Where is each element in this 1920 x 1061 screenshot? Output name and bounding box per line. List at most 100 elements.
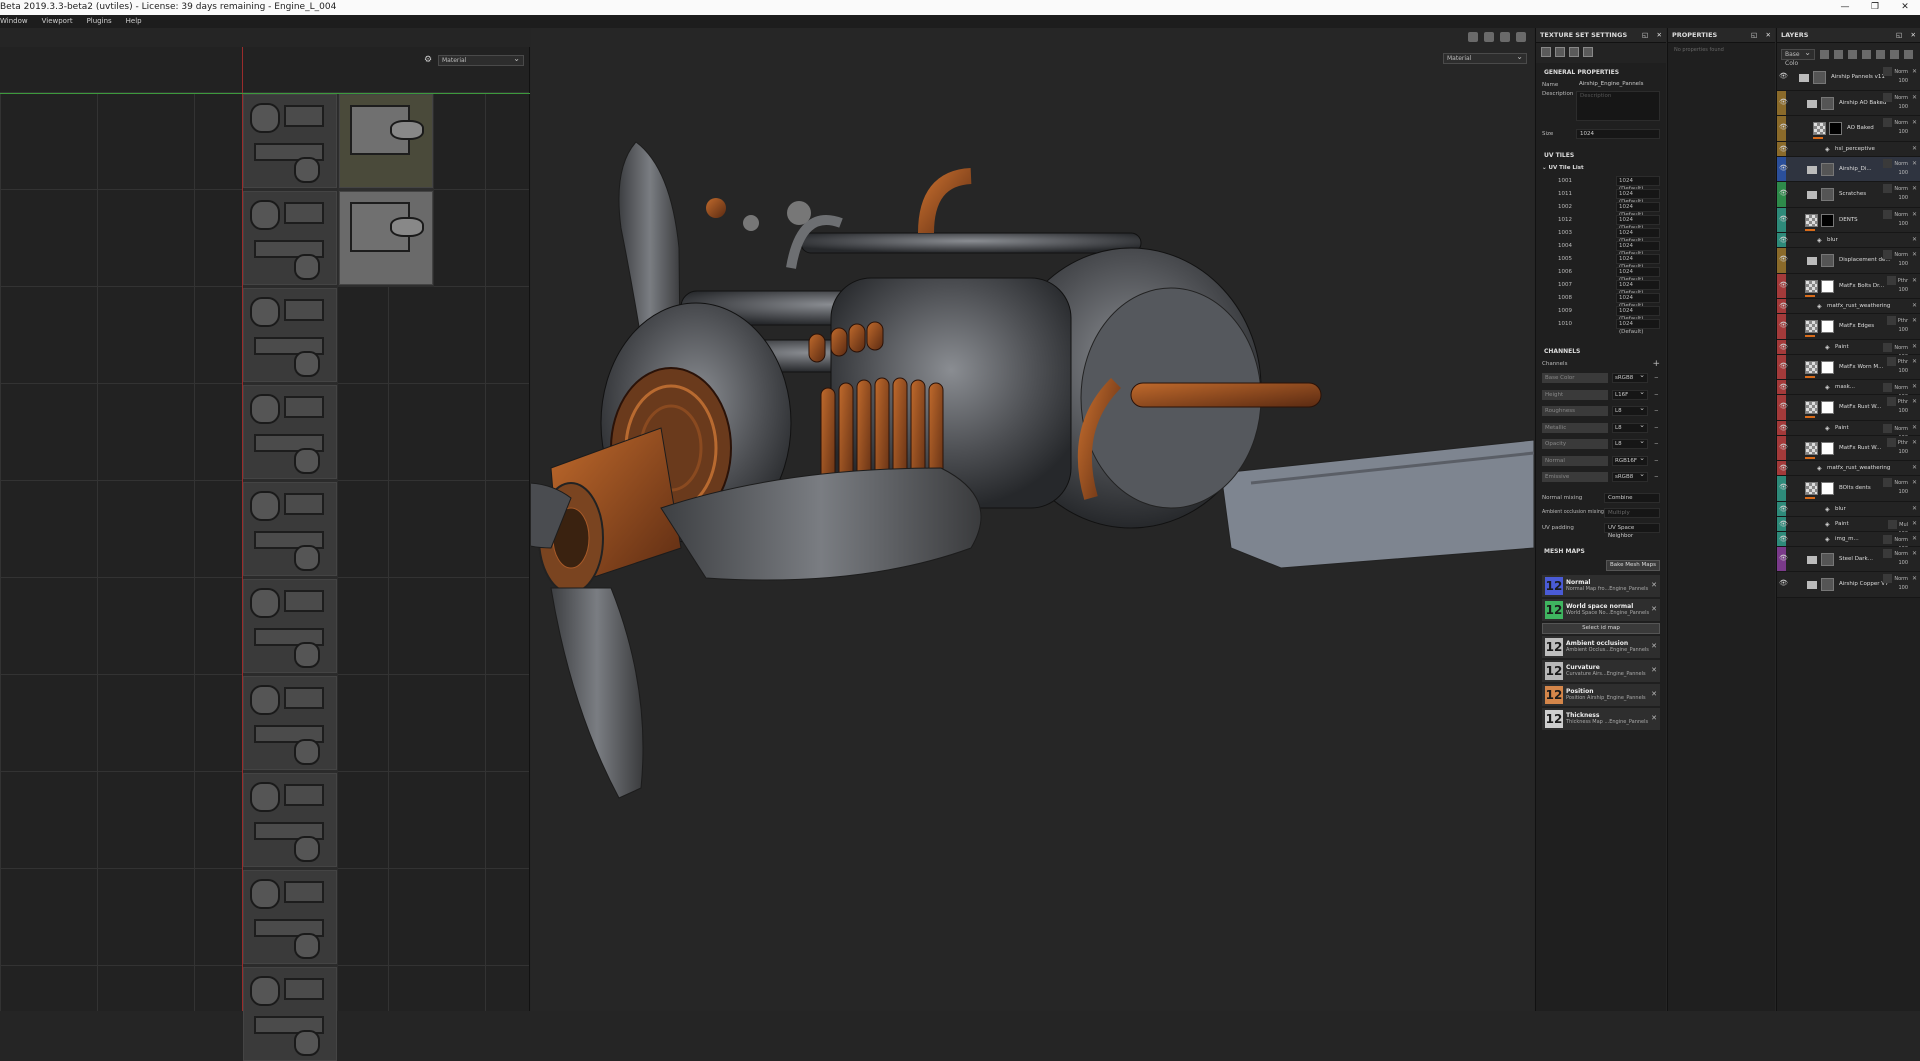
layer-effect-row[interactable]: 👁 ◈ blur ✕	[1777, 501, 1920, 517]
layer-row[interactable]: 👁 MatFx Edges Pthr 100 ✕	[1777, 314, 1920, 340]
layer-blend[interactable]: Pthr 100	[1886, 316, 1908, 335]
layer-blend[interactable]: Norm100	[1883, 118, 1908, 137]
visibility-eye-icon[interactable]: 👁	[1779, 443, 1788, 451]
uv-tile-row[interactable]: 1011 1024 (Default)	[1536, 187, 1666, 205]
visibility-eye-icon[interactable]: 👁	[1779, 402, 1788, 410]
uv-tile-resolution-select[interactable]: 1024 (Default)	[1616, 188, 1660, 205]
remove-channel-icon[interactable]: −	[1654, 474, 1659, 480]
layer-blend[interactable]: Norm100	[1883, 92, 1908, 112]
clear-map-icon[interactable]: ✕	[1651, 581, 1657, 589]
layer-row[interactable]: 👁 MatFx Rust W... Pthr 100 ✕	[1777, 395, 1920, 421]
visibility-eye-icon[interactable]: 👁	[1779, 554, 1788, 562]
layer-effect-row[interactable]: 👁◈PaintNorm100✕	[1777, 420, 1920, 441]
remove-channel-icon[interactable]: −	[1654, 425, 1659, 431]
mesh-map-slot[interactable]: 12 Ambient occlusion Ambient Occlus...Engi…	[1542, 635, 1660, 658]
description-field[interactable]: Description	[1576, 91, 1660, 121]
undock-icon[interactable]: ◱	[1896, 28, 1902, 43]
layer-effect-row[interactable]: 👁 ◈ hsl_perceptive ✕	[1777, 141, 1920, 157]
layer-close-icon[interactable]: ✕	[1912, 520, 1917, 527]
bake-mesh-maps-button[interactable]: Bake Mesh Maps	[1606, 559, 1660, 571]
visibility-eye-icon[interactable]: 👁	[1779, 505, 1788, 513]
layer-close-icon[interactable]: ✕	[1912, 185, 1917, 192]
uv-tile-resolution-select[interactable]: 1024 (Default)	[1616, 266, 1660, 283]
layer-blend[interactable]: Norm100	[1883, 67, 1908, 86]
clear-map-icon[interactable]: ✕	[1651, 666, 1657, 674]
layer-row[interactable]: 👁 Displacement de... Norm 100 ✕	[1777, 248, 1920, 274]
view2d-mode-select[interactable]: Material	[438, 54, 524, 66]
uv-tile-resolution-select[interactable]: 1024 (Default)	[1616, 201, 1660, 218]
mesh-map-slot[interactable]: 12 Thickness Thickness Map ...Engine_Panne…	[1542, 707, 1660, 730]
layer-close-icon[interactable]: ✕	[1912, 575, 1917, 582]
layer-row[interactable]: 👁 Steel Dark... Norm 100 ✕	[1777, 546, 1920, 572]
layer-close-icon[interactable]: ✕	[1912, 145, 1917, 152]
layer-close-icon[interactable]: ✕	[1912, 550, 1917, 557]
uv-tile-row[interactable]: 1008 1024 (Default)	[1536, 291, 1666, 309]
close-panel-icon[interactable]: ✕	[1657, 28, 1662, 43]
remove-channel-icon[interactable]: −	[1654, 375, 1659, 381]
uv-tile-row[interactable]: 1002 1024 (Default)	[1536, 200, 1666, 218]
layer-close-icon[interactable]: ✕	[1912, 464, 1917, 471]
channel-format-select[interactable]: RGB16F	[1612, 454, 1648, 466]
fill-layer-icon[interactable]	[1834, 49, 1843, 59]
uv-tile-resolution-select[interactable]: 1024 (Default)	[1616, 227, 1660, 244]
layer-blend[interactable]: Pthr 100	[1886, 437, 1908, 457]
layer-close-icon[interactable]: ✕	[1912, 211, 1917, 218]
layer-row[interactable]: 👁 BOlts dents Norm 100 ✕	[1777, 476, 1920, 502]
clear-map-icon[interactable]: ✕	[1651, 690, 1657, 698]
layer-blend[interactable]: Pthr 100	[1886, 397, 1908, 416]
layer-close-icon[interactable]: ✕	[1912, 94, 1917, 101]
uv-tile-row[interactable]: 1006 1024 (Default)	[1536, 265, 1666, 283]
channel-name[interactable]: Normal	[1542, 455, 1608, 466]
layer-effect-row[interactable]: 👁◈PaintMul100✕	[1777, 516, 1920, 537]
uv-tile-row[interactable]: 1007 1024 (Default)	[1536, 278, 1666, 296]
visibility-eye-icon[interactable]: 👁	[1779, 520, 1788, 528]
layer-row[interactable]: 👁 Airship Copper V7 Norm 100 ✕	[1777, 572, 1920, 598]
undock-icon[interactable]: ◱	[1751, 28, 1757, 43]
clear-map-icon[interactable]: ✕	[1651, 605, 1657, 613]
visibility-eye-icon[interactable]: 👁	[1779, 189, 1788, 197]
layer-row[interactable]: 👁 MatFx Worn M... Pthr 100 ✕	[1777, 354, 1920, 380]
layer-blend[interactable]: Pthr 100	[1886, 275, 1908, 295]
list-icon[interactable]	[1541, 47, 1551, 57]
channel-format-select[interactable]: sRGB8	[1612, 470, 1648, 483]
channel-format-select[interactable]: sRGB8	[1612, 371, 1648, 384]
layer-effect-row[interactable]: 👁 ◈ matfx_rust_weathering ✕	[1777, 461, 1920, 476]
uv-tile-resolution-select[interactable]: 1024 (Default)	[1616, 175, 1660, 192]
visibility-eye-icon[interactable]: 👁	[1779, 302, 1788, 310]
visibility-eye-icon[interactable]: 👁	[1779, 123, 1788, 131]
visibility-eye-icon[interactable]: 👁	[1779, 483, 1788, 491]
uv-tile-list-header[interactable]: ⌄ UV Tile List	[1536, 162, 1666, 174]
layer-channel-select[interactable]: Base Colo	[1781, 48, 1815, 67]
layer-close-icon[interactable]: ✕	[1912, 277, 1917, 284]
visibility-eye-icon[interactable]: 👁	[1779, 98, 1788, 106]
uv-icon[interactable]	[1583, 47, 1593, 57]
layer-close-icon[interactable]: ✕	[1912, 251, 1917, 258]
layer-close-icon[interactable]: ✕	[1912, 317, 1917, 324]
visibility-eye-icon[interactable]: 👁	[1779, 362, 1788, 370]
clear-map-icon[interactable]: ✕	[1651, 642, 1657, 650]
channel-name[interactable]: Base Color	[1542, 373, 1608, 384]
add-folder-icon[interactable]	[1890, 49, 1899, 59]
add-effect-icon[interactable]	[1862, 49, 1871, 59]
close-panel-icon[interactable]: ✕	[1911, 28, 1916, 43]
layer-close-icon[interactable]: ✕	[1912, 358, 1917, 365]
channel-name[interactable]: Roughness	[1542, 406, 1608, 417]
layer-effect-row[interactable]: 👁◈img_m...Norm100✕	[1777, 531, 1920, 552]
layer-effect-row[interactable]: 👁◈mask...Norm100✕	[1777, 380, 1920, 400]
channel-format-select[interactable]: L8	[1612, 437, 1648, 450]
layer-blend[interactable]: Norm100	[1883, 548, 1908, 568]
3d-viewport[interactable]: Material	[531, 28, 1534, 1011]
mesh-map-slot[interactable]: 12 World space normal World Space No...Eng…	[1542, 598, 1660, 621]
layer-close-icon[interactable]: ✕	[1912, 160, 1917, 167]
delete-layer-icon[interactable]	[1904, 49, 1913, 59]
layer-row[interactable]: 👁 Scratches Norm 100 ✕	[1777, 182, 1920, 208]
visibility-eye-icon[interactable]: 👁	[1779, 255, 1788, 263]
add-filter-icon[interactable]	[1876, 49, 1885, 59]
select-id-map-button[interactable]: Select id map	[1542, 622, 1660, 634]
uv-padding-select[interactable]: UV Space Neighbor	[1604, 522, 1660, 539]
visibility-eye-icon[interactable]: 👁	[1779, 424, 1788, 432]
layer-close-icon[interactable]: ✕	[1912, 479, 1917, 486]
layer-blend[interactable]: Norm100	[1883, 184, 1908, 203]
channel-format-select[interactable]: L8	[1612, 404, 1648, 417]
layer-row[interactable]: 👁 AO Baked Norm 100 ✕	[1777, 116, 1920, 142]
